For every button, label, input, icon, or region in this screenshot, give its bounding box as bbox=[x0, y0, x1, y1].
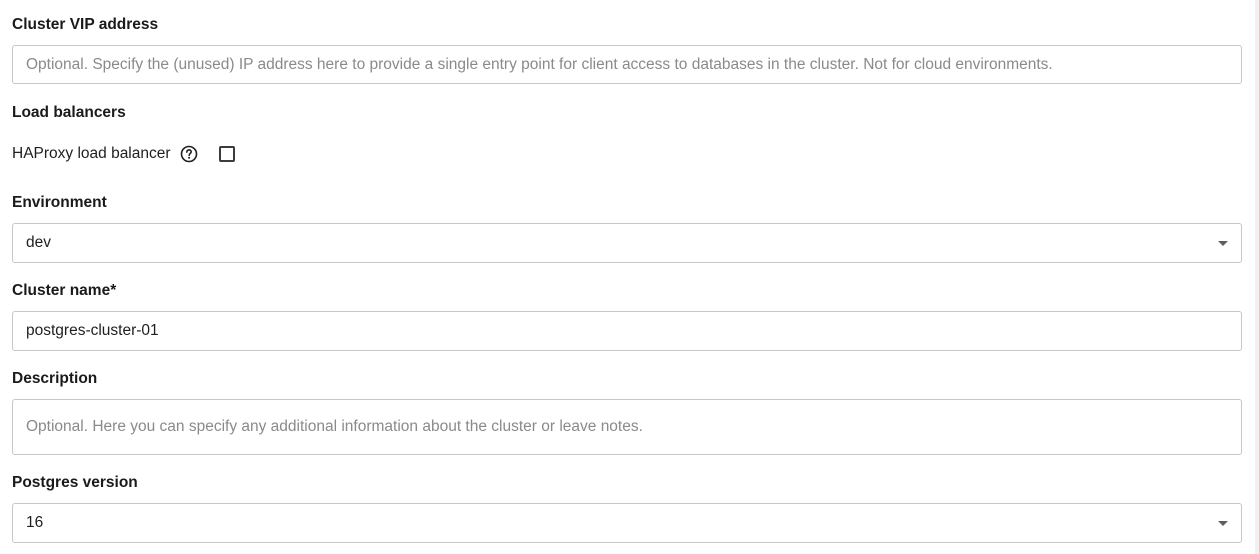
load-balancers-label: Load balancers bbox=[12, 104, 126, 121]
postgres-version-value: 16 bbox=[26, 514, 44, 531]
cluster-name-label: Cluster name* bbox=[12, 282, 117, 299]
dropdown-arrow-icon bbox=[1218, 521, 1228, 526]
dropdown-arrow-icon bbox=[1218, 241, 1228, 246]
cluster-vip-input[interactable]: Optional. Specify the (unused) IP addres… bbox=[12, 45, 1242, 84]
haproxy-row: HAProxy load balancer bbox=[12, 143, 235, 165]
description-placeholder: Optional. Here you can specify any addit… bbox=[26, 418, 643, 435]
postgres-version-select[interactable]: 16 bbox=[12, 503, 1242, 543]
cluster-vip-placeholder: Optional. Specify the (unused) IP addres… bbox=[26, 55, 1053, 73]
environment-label: Environment bbox=[12, 194, 107, 211]
haproxy-checkbox[interactable] bbox=[218, 146, 235, 162]
postgres-version-label: Postgres version bbox=[12, 474, 138, 491]
cluster-vip-label: Cluster VIP address bbox=[12, 16, 159, 33]
scrollbar[interactable] bbox=[1255, 0, 1259, 554]
help-circle-icon[interactable] bbox=[180, 145, 198, 163]
description-textarea[interactable]: Optional. Here you can specify any addit… bbox=[12, 399, 1242, 455]
cluster-name-value: postgres-cluster-01 bbox=[26, 322, 159, 339]
description-label: Description bbox=[12, 370, 98, 387]
environment-value: dev bbox=[26, 234, 51, 251]
cluster-settings-form: Cluster VIP address Optional. Specify th… bbox=[0, 0, 1259, 554]
cluster-name-input[interactable]: postgres-cluster-01 bbox=[12, 311, 1242, 351]
haproxy-label: HAProxy load balancer bbox=[12, 145, 171, 162]
environment-select[interactable]: dev bbox=[12, 223, 1242, 263]
